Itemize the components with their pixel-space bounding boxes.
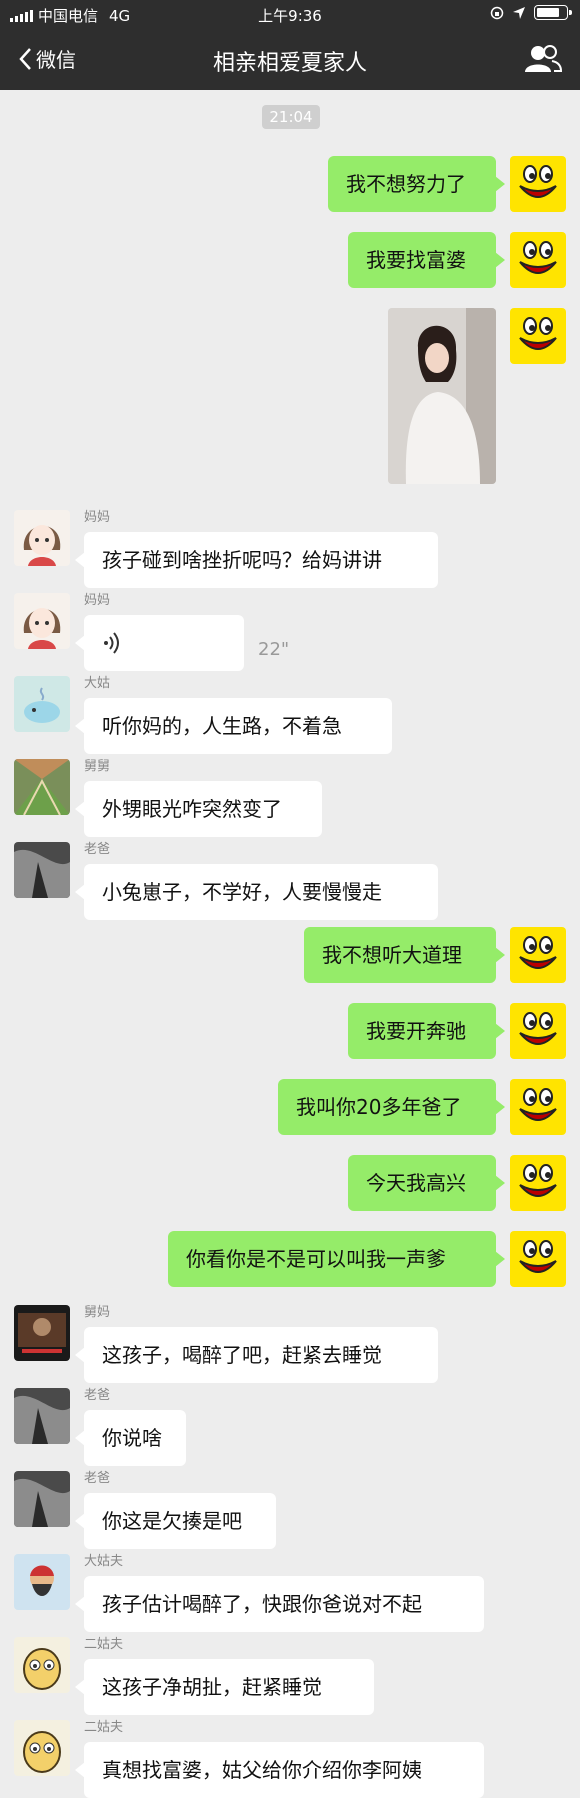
member-message-bubble[interactable]: 这孩子，喝醉了吧，赶紧去睡觉 <box>75 1327 438 1383</box>
my-message-bubble[interactable]: 今天我高兴 <box>348 1155 505 1211</box>
smiley-avatar-icon[interactable] <box>510 308 566 364</box>
member-message-bubble[interactable]: 你说啥 <box>75 1410 186 1466</box>
member-avatar[interactable] <box>14 842 70 898</box>
member-avatar[interactable] <box>14 676 70 732</box>
member-message-bubble[interactable]: 外甥眼光咋突然变了 <box>75 781 322 837</box>
sender-name: 二姑夫 <box>84 1637 124 1652</box>
sender-name: 大姑夫 <box>84 1554 124 1569</box>
member-message-bubble[interactable]: 孩子估计喝醉了，快跟你爸说对不起 <box>75 1576 484 1632</box>
nav-bar: 微信 相亲相爱夏家人 <box>0 28 580 90</box>
my-message-bubble[interactable]: 我要找富婆 <box>348 232 505 288</box>
back-button[interactable]: 微信 <box>18 44 76 73</box>
sender-name: 妈妈 <box>84 593 111 608</box>
my-message-bubble[interactable]: 我不想听大道理 <box>304 927 505 983</box>
smiley-avatar-icon[interactable] <box>510 156 566 212</box>
smiley-avatar-icon[interactable] <box>510 1003 566 1059</box>
smiley-avatar-icon[interactable] <box>510 1155 566 1211</box>
chat-timestamp: 21:04 <box>262 105 320 129</box>
member-avatar[interactable] <box>14 1637 70 1693</box>
member-message-bubble[interactable]: 真想找富婆，姑父给你介绍你李阿姨 <box>75 1742 484 1798</box>
lock-rotation-icon <box>490 6 504 19</box>
location-icon <box>513 6 525 19</box>
sender-name: 舅妈 <box>84 1305 111 1320</box>
member-message-bubble[interactable]: 这孩子净胡扯，赶紧睡觉 <box>75 1659 374 1715</box>
sender-name: 妈妈 <box>84 510 111 525</box>
member-avatar[interactable] <box>14 1554 70 1610</box>
sender-name: 舅舅 <box>84 759 111 774</box>
member-message-bubble[interactable]: 小兔崽子，不学好，人要慢慢走 <box>75 864 438 920</box>
battery-icon <box>534 5 572 20</box>
smiley-avatar-icon[interactable] <box>510 1079 566 1135</box>
member-message-bubble[interactable]: 孩子碰到啥挫折呢吗？给妈讲讲 <box>75 532 438 588</box>
voice-wave-icon <box>104 632 119 654</box>
group-members-button[interactable] <box>524 44 563 78</box>
member-avatar[interactable] <box>14 510 70 566</box>
status-bar: 中国电信 4G 上午9:36 <box>0 0 580 28</box>
photo-message[interactable] <box>388 308 496 484</box>
smiley-avatar-icon[interactable] <box>510 232 566 288</box>
member-avatar[interactable] <box>14 1471 70 1527</box>
smiley-avatar-icon[interactable] <box>510 927 566 983</box>
voice-duration: 22" <box>258 639 290 660</box>
sender-name: 大姑 <box>84 676 111 691</box>
member-message-bubble[interactable]: 你这是欠揍是吧 <box>75 1493 276 1549</box>
my-message-bubble[interactable]: 我不想努力了 <box>328 156 505 212</box>
clock: 上午9:36 <box>258 7 322 25</box>
sender-name: 老爸 <box>84 1471 111 1486</box>
back-chevron-icon <box>19 47 31 70</box>
sender-name: 老爸 <box>84 1388 111 1403</box>
smiley-avatar-icon[interactable] <box>510 1231 566 1287</box>
member-avatar[interactable] <box>14 1720 70 1776</box>
sender-name: 二姑夫 <box>84 1720 124 1735</box>
my-message-bubble[interactable]: 我叫你20多年爸了 <box>278 1079 505 1135</box>
my-message-bubble[interactable]: 你看你是不是可以叫我一声爹 <box>168 1231 505 1287</box>
member-message-bubble[interactable]: 听你妈的，人生路，不着急 <box>75 698 392 754</box>
group-members-icon <box>525 45 563 72</box>
member-avatar[interactable] <box>14 1388 70 1444</box>
member-avatar[interactable] <box>14 759 70 815</box>
member-avatar[interactable] <box>14 593 70 649</box>
voice-message-bubble[interactable] <box>75 615 244 671</box>
chat-title: 相亲相爱夏家人 <box>212 51 367 76</box>
sender-name: 老爸 <box>84 842 111 857</box>
back-label: 微信 <box>36 48 76 72</box>
member-avatar[interactable] <box>14 1305 70 1361</box>
my-message-bubble[interactable]: 我要开奔驰 <box>348 1003 505 1059</box>
